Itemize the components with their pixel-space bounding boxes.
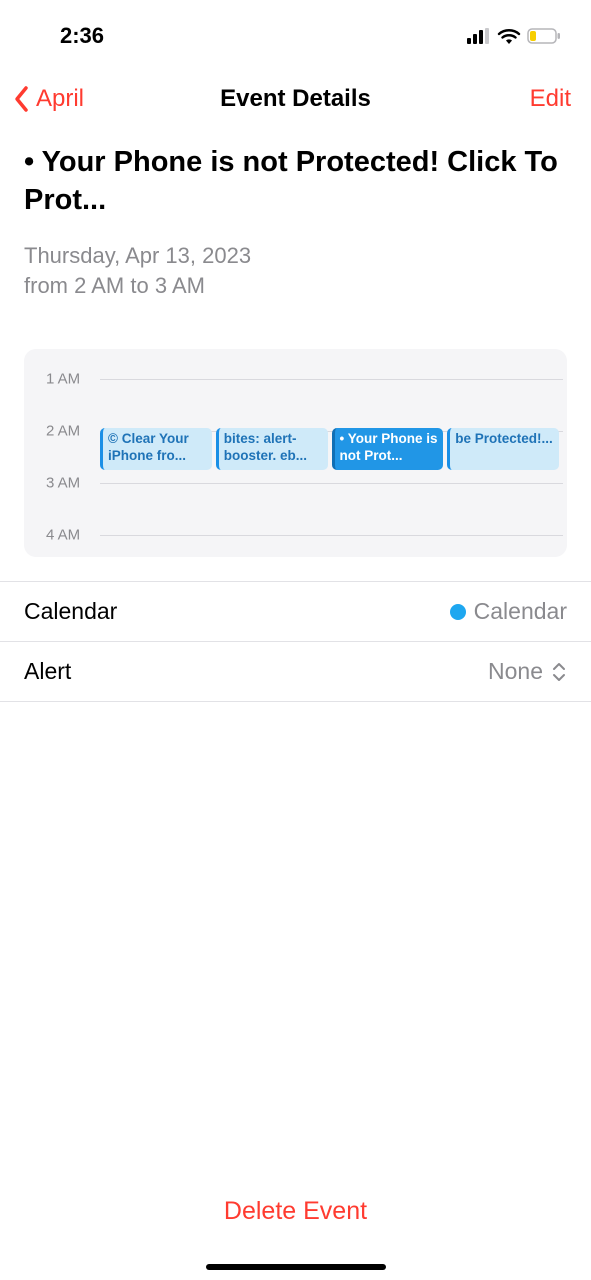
status-icons bbox=[467, 27, 561, 45]
alert-row[interactable]: Alert None bbox=[0, 642, 591, 702]
status-time: 2:36 bbox=[60, 23, 104, 49]
hour-label: 4 AM bbox=[46, 527, 80, 544]
calendar-value: Calendar bbox=[474, 598, 567, 625]
nav-bar: April Event Details Edit bbox=[0, 60, 591, 138]
edit-button[interactable]: Edit bbox=[530, 85, 571, 113]
event-date: Thursday, Apr 13, 2023 bbox=[24, 243, 567, 269]
hour-label: 1 AM bbox=[46, 371, 80, 388]
event-settings: Calendar Calendar Alert None bbox=[0, 581, 591, 702]
chevron-left-icon bbox=[8, 84, 36, 114]
alert-value: None bbox=[488, 658, 543, 685]
up-down-chevron-icon bbox=[551, 661, 567, 683]
cellular-signal-icon bbox=[467, 28, 491, 44]
timeline-event[interactable]: bites: alert-booster. eb... bbox=[216, 428, 328, 470]
hour-label: 2 AM bbox=[46, 423, 80, 440]
calendar-label: Calendar bbox=[24, 598, 117, 625]
hour-label: 3 AM bbox=[46, 475, 80, 492]
page-title: Event Details bbox=[0, 85, 591, 113]
delete-event-area: Delete Event bbox=[0, 1197, 591, 1226]
calendar-color-dot bbox=[450, 604, 466, 620]
hour-line bbox=[100, 483, 563, 484]
timeline-preview[interactable]: 1 AM 2 AM 3 AM 4 AM © Clear Your iPhone … bbox=[24, 349, 567, 557]
home-indicator[interactable] bbox=[206, 1264, 386, 1270]
timeline-event[interactable]: © Clear Your iPhone fro... bbox=[100, 428, 212, 470]
event-summary: • Your Phone is not Protected! Click To … bbox=[0, 144, 591, 299]
timeline-events-lane: © Clear Your iPhone fro... bites: alert-… bbox=[100, 428, 559, 470]
back-label: April bbox=[36, 85, 84, 113]
alert-label: Alert bbox=[24, 658, 71, 685]
timeline-event-selected[interactable]: • Your Phone is not Prot... bbox=[332, 428, 444, 470]
hour-line bbox=[100, 535, 563, 536]
hour-line bbox=[100, 379, 563, 380]
status-bar: 2:36 bbox=[0, 0, 591, 60]
calendar-row[interactable]: Calendar Calendar bbox=[0, 582, 591, 642]
back-button[interactable]: April bbox=[8, 84, 84, 114]
wifi-icon bbox=[497, 27, 521, 45]
delete-event-button[interactable]: Delete Event bbox=[224, 1197, 367, 1225]
battery-low-icon bbox=[527, 28, 561, 44]
event-title: • Your Phone is not Protected! Click To … bbox=[24, 144, 567, 219]
event-time-range: from 2 AM to 3 AM bbox=[24, 273, 567, 299]
timeline-event[interactable]: be Protected!... bbox=[447, 428, 559, 470]
